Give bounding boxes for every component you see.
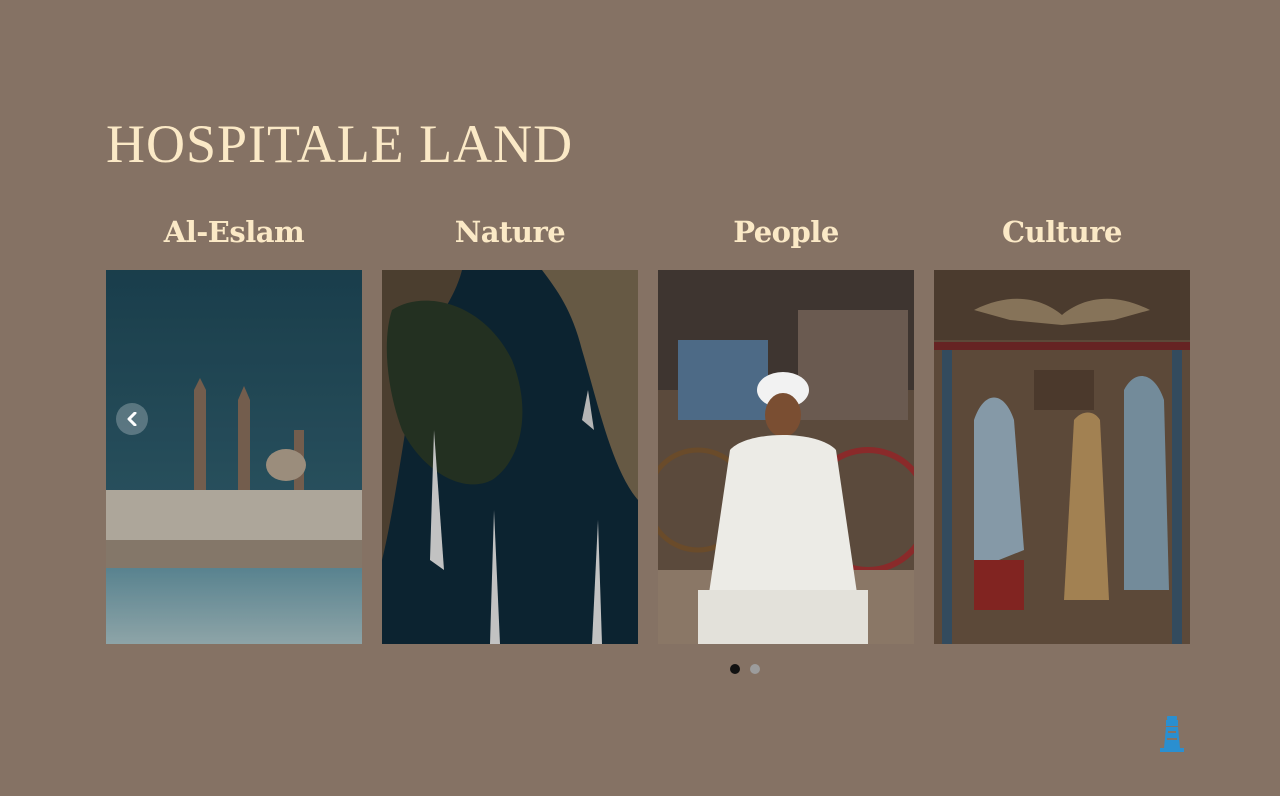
mosque-photo[interactable] [106,270,362,644]
lighthouse-icon [1160,716,1184,752]
pagination-dot[interactable] [750,664,760,674]
card-nature[interactable]: Nature [382,210,638,644]
card-culture[interactable]: Culture [934,210,1190,644]
pharaonic-papyrus-photo[interactable] [934,270,1190,644]
card-title: Culture [1002,215,1122,249]
scroll-top-button[interactable] [1158,716,1186,754]
card-title: Al-Eslam [163,215,305,249]
card-title: Nature [454,215,566,249]
carousel-prev-button[interactable] [116,403,148,435]
man-with-carriage-photo[interactable] [658,270,914,644]
carousel-pagination [730,664,760,674]
section-title: Hospitale Land [106,114,574,174]
pagination-dot[interactable] [730,664,740,674]
card-people[interactable]: People [658,210,914,644]
nile-river-photo[interactable] [382,270,638,644]
card-title: People [733,215,839,249]
chevron-left-icon [127,412,137,426]
